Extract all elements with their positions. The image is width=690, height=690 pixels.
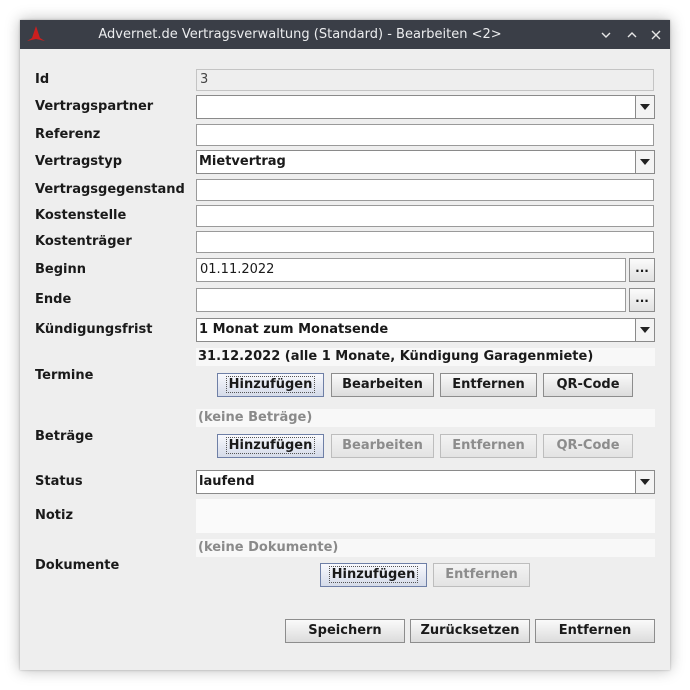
betraege-label: Beträge bbox=[35, 429, 94, 444]
maximize-icon bbox=[627, 31, 637, 37]
kuendigungsfrist-dropdown-button[interactable] bbox=[635, 319, 654, 341]
vertragstyp-value: Mietvertrag bbox=[199, 154, 286, 169]
chevron-down-icon bbox=[640, 104, 650, 110]
close-icon bbox=[651, 30, 661, 39]
betraege-edit-button: Bearbeiten bbox=[331, 434, 434, 458]
chevron-down-icon bbox=[640, 327, 650, 333]
termine-edit-button[interactable]: Bearbeiten bbox=[331, 373, 434, 397]
referenz-input[interactable] bbox=[196, 124, 654, 146]
termine-remove-button[interactable]: Entfernen bbox=[440, 373, 537, 397]
beginn-label: Beginn bbox=[35, 262, 86, 277]
status-select[interactable]: laufend bbox=[196, 470, 655, 494]
dokumente-add-button[interactable]: Hinzufügen bbox=[320, 563, 427, 587]
dokumente-empty-text: (keine Dokumente) bbox=[196, 539, 655, 557]
vertragsgegenstand-input[interactable] bbox=[196, 179, 654, 201]
vertragsgegenstand-label: Vertragsgegenstand bbox=[35, 182, 185, 197]
maximize-button[interactable] bbox=[620, 20, 644, 49]
vertragspartner-dropdown-button[interactable] bbox=[635, 96, 654, 118]
kuendigungsfrist-select[interactable]: 1 Monat zum Monatsende bbox=[196, 318, 655, 342]
title-bar[interactable]: Advernet.de Vertragsverwaltung (Standard… bbox=[20, 20, 670, 49]
betraege-add-label: Hinzufügen bbox=[225, 437, 316, 454]
ende-date-input[interactable] bbox=[196, 288, 626, 312]
vertragspartner-label: Vertragspartner bbox=[35, 99, 154, 114]
status-label: Status bbox=[35, 474, 83, 489]
minimize-button[interactable] bbox=[594, 20, 618, 49]
vertragstyp-dropdown-button[interactable] bbox=[635, 151, 654, 173]
referenz-label: Referenz bbox=[35, 127, 101, 142]
termine-add-label: Hinzufügen bbox=[225, 376, 316, 393]
vertragstyp-label: Vertragstyp bbox=[35, 154, 123, 169]
dokumente-remove-button: Entfernen bbox=[433, 563, 530, 587]
id-label: Id bbox=[35, 72, 50, 87]
betraege-remove-button: Entfernen bbox=[440, 434, 537, 458]
notiz-label: Notiz bbox=[35, 508, 74, 523]
cancel-button[interactable]: Entfernen bbox=[535, 619, 655, 643]
termine-label: Termine bbox=[35, 368, 94, 383]
kuendigungsfrist-label: Kündigungsfrist bbox=[35, 322, 153, 337]
kostenstelle-label: Kostenstelle bbox=[35, 208, 127, 223]
close-button[interactable] bbox=[644, 20, 668, 49]
reset-button[interactable]: Zurücksetzen bbox=[410, 619, 530, 643]
termine-qr-code-button[interactable]: QR-Code bbox=[543, 373, 633, 397]
dialog-window: Advernet.de Vertragsverwaltung (Standard… bbox=[20, 20, 670, 670]
vertragspartner-select[interactable] bbox=[196, 95, 655, 119]
kostentraeger-label: Kostenträger bbox=[35, 234, 132, 249]
beginn-date-picker-button[interactable]: ... bbox=[629, 258, 655, 282]
kuendigungsfrist-value: 1 Monat zum Monatsende bbox=[199, 322, 389, 337]
ende-date-picker-button[interactable]: ... bbox=[629, 288, 655, 312]
beginn-date-input[interactable]: 01.11.2022 bbox=[196, 258, 626, 282]
dokumente-label: Dokumente bbox=[35, 558, 120, 573]
minimize-icon bbox=[601, 32, 611, 38]
chevron-down-icon bbox=[640, 479, 650, 485]
id-field: 3 bbox=[196, 69, 654, 91]
termine-list-item[interactable]: 31.12.2022 (alle 1 Monate, Kündigung Gar… bbox=[196, 348, 655, 366]
status-dropdown-button[interactable] bbox=[635, 471, 654, 493]
betraege-qr-code-button: QR-Code bbox=[543, 434, 633, 458]
vertragstyp-select[interactable]: Mietvertrag bbox=[196, 150, 655, 174]
save-button[interactable]: Speichern bbox=[285, 619, 405, 643]
kostentraeger-input[interactable] bbox=[196, 231, 654, 253]
window-title: Advernet.de Vertragsverwaltung (Standard… bbox=[98, 27, 502, 42]
dokumente-add-label: Hinzufügen bbox=[328, 566, 419, 583]
notiz-textarea[interactable] bbox=[196, 499, 655, 533]
betraege-empty-text: (keine Beträge) bbox=[196, 409, 655, 427]
ende-label: Ende bbox=[35, 292, 72, 307]
status-value: laufend bbox=[199, 474, 255, 489]
betraege-add-button[interactable]: Hinzufügen bbox=[217, 434, 324, 458]
chevron-down-icon bbox=[640, 159, 650, 165]
kostenstelle-input[interactable] bbox=[196, 205, 654, 227]
app-logo-icon bbox=[27, 26, 45, 41]
termine-add-button[interactable]: Hinzufügen bbox=[217, 373, 324, 397]
